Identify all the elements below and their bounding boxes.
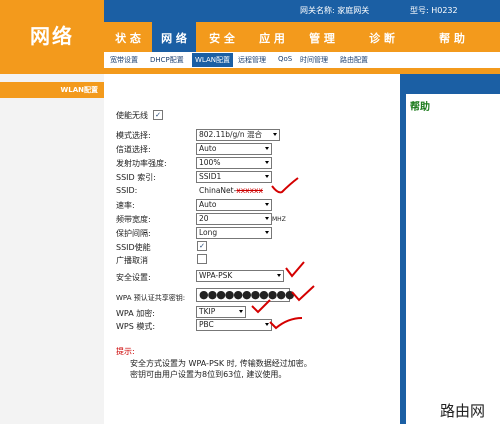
nav-security[interactable]: 安 全 (200, 22, 244, 52)
mode-label: 模式选择: (116, 131, 151, 140)
sub-nav: 宽带设置 DHCP配置 WLAN配置 远程管理 QoS 时间管理 路由配置 (104, 52, 500, 69)
bandwidth-select-value: 20 (199, 214, 209, 223)
broadcast-cancel-label: 广播取消 (116, 256, 148, 265)
subnav-qos[interactable]: QoS (278, 55, 292, 63)
watermark: 路由网 (440, 402, 486, 420)
wpa-encryption-select[interactable]: TKIP (196, 306, 246, 318)
annotation-checkmark-icon (285, 261, 305, 278)
enable-wireless-label: 使能无线 (116, 111, 148, 120)
ssid-input-value: ChinaNet- (199, 186, 237, 195)
ssid-enable-checkbox[interactable]: ✓ (197, 241, 207, 251)
help-box (406, 94, 500, 424)
guard-interval-select[interactable]: Long (196, 227, 272, 239)
guard-interval-select-value: Long (199, 228, 218, 237)
bandwidth-unit: MHZ (272, 216, 286, 223)
ssid-label: SSID: (116, 186, 138, 195)
rate-select-value: Auto (199, 200, 217, 209)
wpa-encryption-select-value: TKIP (199, 307, 216, 316)
channel-select[interactable]: Auto (196, 143, 272, 155)
nav-network[interactable]: 网 络 (152, 22, 196, 52)
security-label: 安全设置: (116, 273, 151, 282)
chevron-down-icon (265, 147, 269, 150)
power-label: 发射功率强度: (116, 159, 167, 168)
subnav-time[interactable]: 时间管理 (300, 55, 328, 65)
subnav-dhcp[interactable]: DHCP配置 (150, 55, 184, 65)
guard-interval-label: 保护间隔: (116, 229, 151, 238)
wpa-key-input[interactable]: ●●●●●●●●●●● (196, 288, 295, 302)
ssid-index-label: SSID 索引: (116, 173, 156, 182)
ssid-index-select[interactable]: SSID1 (196, 171, 272, 183)
sidebar (0, 74, 104, 424)
ssid-input[interactable]: ChinaNet-xxxxxx (196, 184, 272, 197)
chevron-down-icon (265, 203, 269, 206)
ssid-enable-label: SSID使能 (116, 243, 151, 252)
chevron-down-icon (265, 217, 269, 220)
bandwidth-select[interactable]: 20 (196, 213, 272, 225)
gateway-name: 网关名称: 家庭网关 (300, 6, 370, 15)
security-select-value: WPA-PSK (199, 271, 233, 280)
app-logo: 网络 (0, 0, 104, 68)
security-select[interactable]: WPA-PSK (196, 270, 284, 282)
device-model: 型号: H0232 (410, 6, 458, 15)
subnav-broadband[interactable]: 宽带设置 (110, 55, 138, 65)
rate-select[interactable]: Auto (196, 199, 272, 211)
rate-label: 速率: (116, 201, 135, 210)
subnav-routing[interactable]: 路由配置 (340, 55, 368, 65)
wps-mode-label: WPS 模式: (116, 322, 156, 331)
wpa-key-label: WPA 预认证共享密钥: (116, 294, 186, 302)
chevron-down-icon (273, 133, 277, 136)
channel-select-value: Auto (199, 144, 217, 153)
broadcast-cancel-checkbox[interactable] (197, 254, 207, 264)
wps-mode-select-value: PBC (199, 320, 214, 329)
tip-line-1: 安全方式设置为 WPA-PSK 时, 传输数据经过加密。 (130, 359, 312, 368)
power-select[interactable]: 100% (196, 157, 272, 169)
nav-status[interactable]: 状 态 (106, 22, 150, 52)
subnav-remote[interactable]: 远程管理 (238, 55, 266, 65)
header-bar: 网关名称: 家庭网关 型号: H0232 (104, 0, 500, 22)
ssid-index-select-value: SSID1 (199, 172, 222, 181)
nav-help[interactable]: 帮 助 (430, 22, 474, 52)
enable-wireless-checkbox[interactable]: ✓ (153, 110, 163, 120)
chevron-down-icon (277, 274, 281, 277)
help-title: 帮助 (410, 102, 430, 113)
nav-management[interactable]: 管 理 (300, 22, 344, 52)
chevron-down-icon (265, 175, 269, 178)
bandwidth-label: 频带宽度: (116, 215, 151, 224)
tip-title: 提示: (116, 347, 135, 356)
channel-label: 信道选择: (116, 145, 151, 154)
annotation-checkmark-icon (269, 317, 303, 330)
wps-mode-select[interactable]: PBC (196, 319, 272, 331)
sidebar-item-wlan[interactable]: WLAN配置 (0, 82, 104, 98)
chevron-down-icon (265, 231, 269, 234)
annotation-checkmark-icon (271, 177, 299, 194)
tip-line-2: 密钥可由用户设置为8位到63位, 建议使用。 (130, 370, 287, 379)
ssid-redacted: xxxxxx (236, 186, 263, 195)
wpa-encryption-label: WPA 加密: (116, 309, 155, 318)
power-select-value: 100% (199, 158, 221, 167)
mode-select[interactable]: 802.11b/g/n 混合 (196, 129, 280, 141)
main-nav: 状 态 网 络 安 全 应 用 管 理 诊 断 帮 助 (104, 22, 500, 52)
annotation-checkmark-icon (291, 285, 315, 302)
nav-diagnosis[interactable]: 诊 断 (360, 22, 404, 52)
chevron-down-icon (239, 310, 243, 313)
nav-application[interactable]: 应 用 (250, 22, 294, 52)
chevron-down-icon (265, 161, 269, 164)
subnav-wlan[interactable]: WLAN配置 (192, 53, 234, 67)
mode-select-value: 802.11b/g/n 混合 (199, 130, 262, 139)
